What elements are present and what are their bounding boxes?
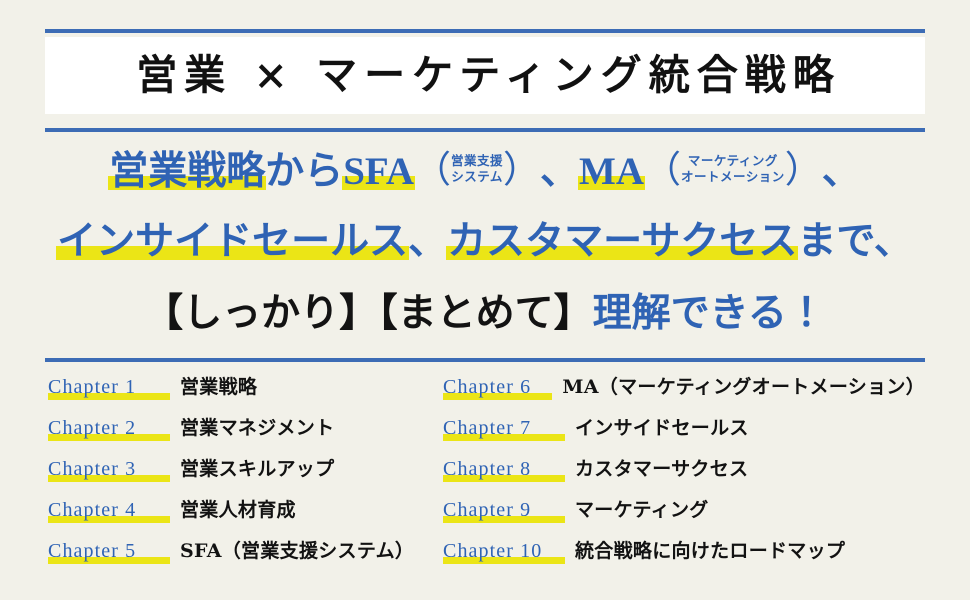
list-item[interactable]: Chapter 7 インサイドセールス [443, 417, 925, 458]
subtitle-seg-comma-2: 、 [821, 150, 861, 193]
chapter-label: Chapter 5 [48, 540, 170, 564]
page-title: 営業 × マーケティング統合戦略 [136, 51, 841, 99]
list-item[interactable]: Chapter 1 営業戦略 [48, 376, 443, 417]
chapter-title: マーケティング [575, 499, 709, 521]
subtitle-seg-kara: から [265, 150, 344, 193]
paren-close-ma: ） [784, 150, 822, 191]
chapter-column-right: Chapter 6 MA（マーケティングオートメーション） Chapter 7 … [443, 376, 925, 581]
ruby-sfa-bottom: システム [451, 170, 503, 184]
list-item[interactable]: Chapter 5 SFA（営業支援システム） [48, 540, 443, 581]
poster-root: 営業 × マーケティング統合戦略 営業戦略からSFA（ 営業支援 システム ）、MA（… [0, 0, 970, 600]
highlight-sfa: SFA [342, 150, 415, 193]
subtitle-seg-comma-1: 、 [540, 150, 580, 193]
subtitle-seg-understand: 理解できる！ [592, 292, 826, 335]
highlight-inside-sales: インサイドセールス [56, 220, 410, 263]
ruby-ma-bottom: オートメーション [681, 170, 785, 184]
ruby-sfa-top: 営業支援 [451, 154, 504, 168]
list-item[interactable]: Chapter 10 統合戦略に向けたロードマップ [443, 540, 925, 581]
subtitle-seg-comma-3: 、 [408, 220, 448, 263]
subtitle-seg-customer-success: カスタマーサクセス [447, 220, 798, 263]
title-band: 営業 × マーケティング統合戦略 [45, 37, 925, 114]
highlight-ma: MA [578, 150, 646, 193]
chapter-title: インサイドセールス [575, 417, 749, 439]
list-item[interactable]: Chapter 8 カスタマーサクセス [443, 458, 925, 499]
highlight-sales-strategy: 営業戦略 [108, 150, 267, 193]
subtitle-seg-sfa: SFA [343, 150, 415, 193]
list-item[interactable]: Chapter 4 営業人材育成 [48, 499, 443, 540]
chapter-title: 営業人材育成 [180, 499, 296, 521]
chapter-title: SFA（営業支援システム） [180, 540, 415, 562]
chapter-title: カスタマーサクセス [575, 458, 749, 480]
ruby-ma-top: マーケティング [687, 154, 778, 168]
divider-top [45, 29, 925, 33]
chapter-title: MA（マーケティングオートメーション） [562, 376, 925, 398]
chapter-label: Chapter 6 [443, 376, 553, 400]
chapter-title: 営業戦略 [180, 376, 258, 398]
subtitle-block: 営業戦略からSFA（ 営業支援 システム ）、MA（ マーケティング オートメーション）、… [0, 146, 970, 356]
chapter-label: Chapter 3 [48, 458, 170, 482]
chapter-title: 統合戦略に向けたロードマップ [575, 540, 846, 562]
chapter-label: Chapter 9 [443, 499, 565, 523]
chapter-label: Chapter 10 [443, 540, 565, 564]
list-item[interactable]: Chapter 2 営業マネジメント [48, 417, 443, 458]
chapter-title: 営業スキルアップ [180, 458, 335, 480]
chapter-label: Chapter 7 [443, 417, 565, 441]
divider-below-title [45, 128, 925, 132]
chapter-label: Chapter 8 [443, 458, 565, 482]
chapter-column-left: Chapter 1 営業戦略 Chapter 2 営業マネジメント Chapte… [48, 376, 443, 581]
subtitle-line-1: 営業戦略からSFA（ 営業支援 システム ）、MA（ マーケティング オートメーション）、 [0, 146, 970, 214]
subtitle-seg-brackets: 【しっかり】【まとめて】 [144, 292, 593, 335]
subtitle-line-3: 【しっかり】【まとめて】理解できる！ [0, 284, 970, 356]
subtitle-seg-inside-sales: インサイドセールス [57, 220, 409, 263]
list-item[interactable]: Chapter 6 MA（マーケティングオートメーション） [443, 376, 925, 417]
paren-open-ma: （ [644, 150, 682, 191]
chapter-label: Chapter 2 [48, 417, 170, 441]
subtitle-line-2: インサイドセールス、カスタマーサクセスまで、 [0, 214, 970, 284]
paren-close-sfa: ） [503, 150, 541, 191]
chapter-label: Chapter 4 [48, 499, 170, 523]
subtitle-seg-ma: MA [579, 150, 645, 193]
paren-open-sfa: （ [414, 150, 452, 191]
chapter-title: 営業マネジメント [180, 417, 335, 439]
subtitle-seg-made: まで、 [797, 220, 913, 263]
ruby-sfa: 営業支援 システム [451, 153, 503, 185]
subtitle-seg-sales-strategy: 営業戦略 [109, 150, 266, 193]
list-item[interactable]: Chapter 3 営業スキルアップ [48, 458, 443, 499]
ruby-ma: マーケティング オートメーション [681, 153, 785, 185]
divider-above-chapters [45, 358, 925, 362]
highlight-customer-success: カスタマーサクセス [446, 220, 799, 263]
chapter-label: Chapter 1 [48, 376, 170, 400]
list-item[interactable]: Chapter 9 マーケティング [443, 499, 925, 540]
